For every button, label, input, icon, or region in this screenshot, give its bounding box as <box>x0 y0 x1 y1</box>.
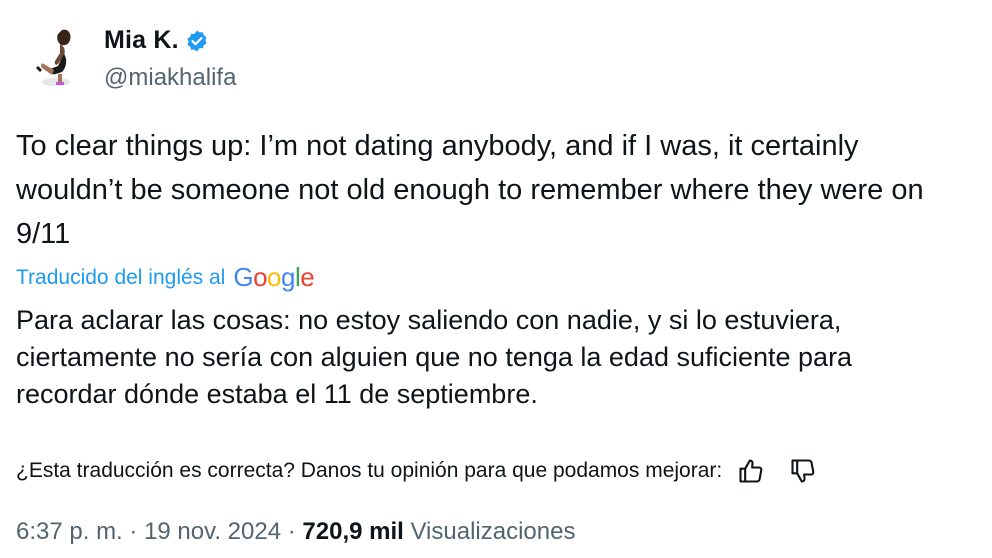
author-avatar[interactable] <box>18 20 90 92</box>
translation-attribution[interactable]: Traducido del inglés al Google <box>16 262 315 293</box>
google-logo-letter: e <box>300 262 315 292</box>
verified-badge-icon[interactable] <box>185 29 209 53</box>
tweet-text: To clear things up: I’m not dating anybo… <box>16 130 924 250</box>
views-count[interactable]: 720,9 mil <box>302 518 403 545</box>
thumbs-up-icon[interactable] <box>736 456 766 486</box>
views-label[interactable]: Visualizaciones <box>410 518 575 545</box>
author-name-row[interactable]: Mia K. <box>104 26 209 55</box>
translation-label[interactable]: Traducido del inglés al <box>16 266 225 290</box>
feedback-prompt: ¿Esta traducción es correcta? Danos tu o… <box>16 459 723 482</box>
tweet-meta: 6:37 p. m. · 19 nov. 2024 · 720,9 mil Vi… <box>16 518 575 546</box>
google-logo-letter: o <box>253 262 268 292</box>
google-logo-letter: o <box>267 262 282 292</box>
google-logo-letter: g <box>281 262 295 292</box>
google-logo-letter: G <box>233 262 254 292</box>
tweet-time[interactable]: 6:37 p. m. <box>16 518 123 545</box>
google-logo: Google <box>233 262 314 293</box>
author-handle[interactable]: @miakhalifa <box>104 64 236 92</box>
thumbs-down-icon[interactable] <box>788 456 818 486</box>
avatar-image <box>36 29 71 86</box>
meta-separator: · <box>281 518 303 545</box>
translation-feedback: ¿Esta traducción es correcta? Danos tu o… <box>16 456 992 486</box>
author-name[interactable]: Mia K. <box>104 26 179 55</box>
tweet-date[interactable]: 19 nov. 2024 <box>144 518 281 545</box>
translated-text: Para aclarar las cosas: no estoy saliend… <box>16 305 853 409</box>
meta-separator: · <box>122 518 145 545</box>
